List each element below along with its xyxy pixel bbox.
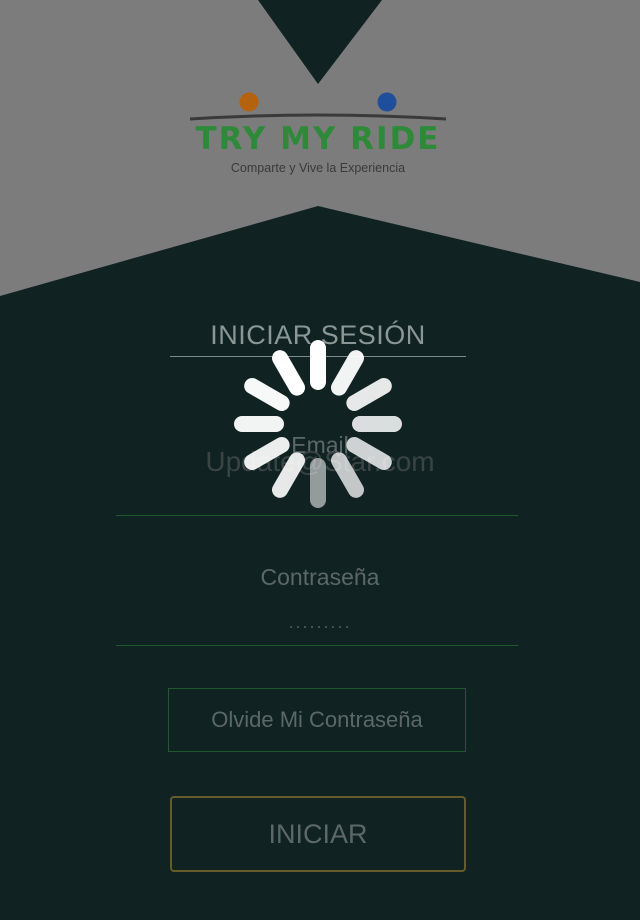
logo-name: TRY MY RIDE bbox=[195, 121, 441, 157]
password-label: Contraseña bbox=[260, 564, 380, 590]
password-field-underline bbox=[116, 645, 518, 646]
loading-spinner-icon bbox=[234, 340, 402, 508]
password-field[interactable]: ......... bbox=[0, 612, 640, 633]
logo-riders-icon bbox=[189, 92, 447, 121]
email-field-underline bbox=[116, 515, 518, 516]
forgot-password-button[interactable]: Olvide Mi Contraseña bbox=[168, 688, 466, 752]
app-logo: TRY MY RIDE Comparte y Vive la Experienc… bbox=[186, 86, 450, 182]
logo-tagline: Comparte y Vive la Experiencia bbox=[230, 161, 406, 175]
login-button[interactable]: INICIAR bbox=[170, 796, 466, 872]
